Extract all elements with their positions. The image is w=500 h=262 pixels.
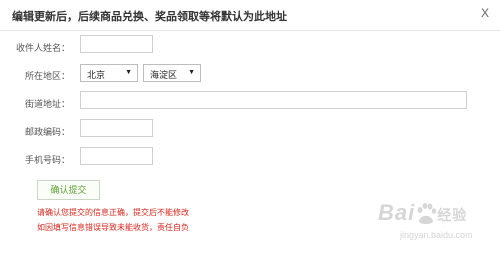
chevron-down-icon: ▼	[188, 69, 195, 76]
street-address-input[interactable]	[80, 91, 467, 109]
watermark-url: jingyan.baidu.com	[400, 230, 473, 240]
address-edit-dialog: 编辑更新后，后续商品兑换、奖品领取等将默认为此地址 X 收件人姓名： 所在地区：…	[0, 0, 500, 262]
province-select[interactable]: 北京 ▼	[80, 64, 138, 82]
confirm-warning-text: 请确认您提交的信息正确，提交后不能修改	[37, 208, 189, 217]
baidu-jingyan-watermark: Bai 经验 jingyan.baidu.com	[378, 200, 488, 250]
street-address-label: 街道地址：	[24, 99, 70, 109]
chevron-down-icon: ▼	[125, 69, 132, 76]
mobile-number-label: 手机号码：	[24, 155, 70, 165]
recipient-name-label: 收件人姓名：	[15, 43, 70, 53]
province-select-value: 北京	[87, 70, 106, 80]
region-label: 所在地区：	[24, 71, 70, 81]
responsibility-warning-text: 如因填写信息错误导致未能收货，责任自负	[37, 223, 189, 232]
mobile-number-input[interactable]	[80, 147, 153, 165]
postal-code-input[interactable]	[80, 119, 153, 137]
close-icon[interactable]: X	[478, 6, 492, 22]
district-select[interactable]: 海淀区 ▼	[143, 64, 201, 82]
dialog-title: 编辑更新后，后续商品兑换、奖品领取等将默认为此地址	[12, 11, 287, 23]
recipient-name-input[interactable]	[80, 35, 153, 53]
district-select-value: 海淀区	[150, 70, 178, 80]
baidu-paw-icon	[417, 203, 437, 224]
dialog-header: 编辑更新后，后续商品兑换、奖品领取等将默认为此地址 X	[0, 0, 500, 31]
confirm-submit-button[interactable]: 确认提交	[37, 180, 100, 200]
postal-code-label: 邮政编码：	[24, 127, 70, 137]
